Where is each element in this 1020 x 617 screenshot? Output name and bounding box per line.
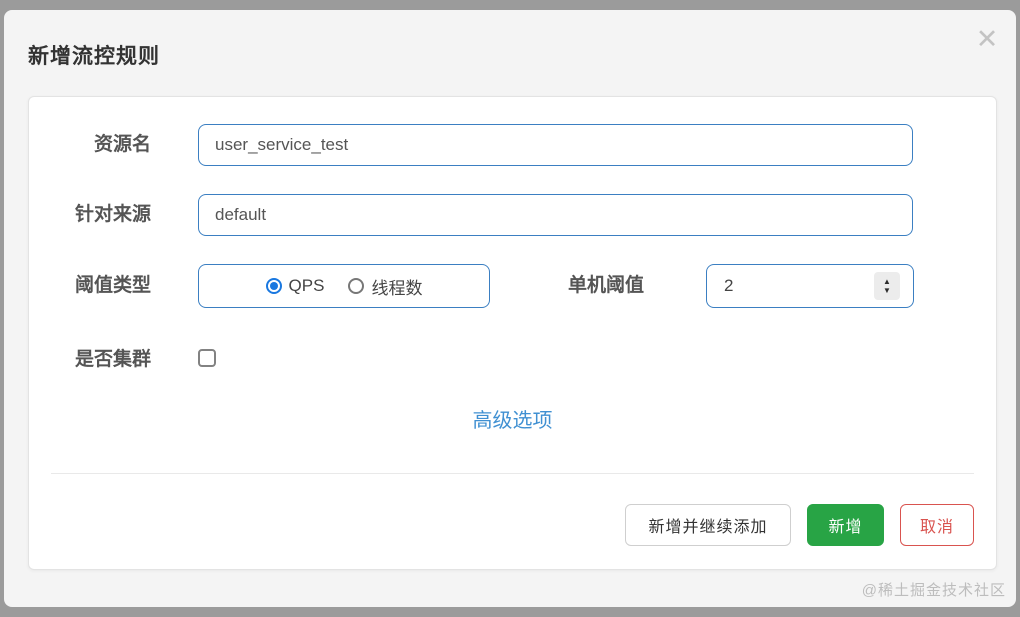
advanced-options-link[interactable]: 高级选项	[29, 404, 996, 433]
cluster-checkbox[interactable]	[198, 349, 216, 367]
form-panel: 资源名 针对来源 阈值类型 QPS 线程数 单机阈值 2 ▲ ▼ 是否集群 高级…	[28, 96, 997, 570]
radio-unselected-icon	[348, 278, 365, 294]
source-label: 针对来源	[74, 204, 151, 225]
threshold-type-label: 阈值类型	[74, 275, 151, 296]
single-threshold-value: 2	[724, 276, 734, 295]
dialog-title: 新增流控规则	[28, 45, 160, 68]
watermark: @稀土掘金技术社区	[861, 582, 1006, 599]
radio-option-qps[interactable]: QPS	[265, 276, 325, 296]
radio-selected-icon	[265, 278, 282, 294]
resource-name-label: 资源名	[93, 134, 151, 155]
source-input[interactable]	[198, 194, 913, 236]
cluster-label: 是否集群	[74, 349, 151, 370]
resource-name-input[interactable]	[198, 124, 913, 166]
radio-option-thread-count[interactable]: 线程数	[348, 274, 422, 299]
close-icon[interactable]: ✕	[972, 24, 1002, 54]
stepper-up-icon[interactable]: ▲	[883, 277, 891, 286]
footer-divider	[51, 473, 974, 474]
cancel-button[interactable]: 取消	[900, 504, 974, 546]
stepper-down-icon[interactable]: ▼	[883, 286, 891, 295]
add-flow-rule-dialog: 新增流控规则 ✕ 资源名 针对来源 阈值类型 QPS 线程数 单机阈值 2 ▲ …	[4, 10, 1016, 607]
add-button[interactable]: 新增	[807, 504, 884, 546]
threshold-type-radio-group: QPS 线程数	[198, 264, 490, 308]
single-threshold-input[interactable]: 2 ▲ ▼	[706, 264, 914, 308]
radio-option-label: QPS	[288, 276, 325, 295]
footer-button-row: 新增并继续添加 新增 取消	[625, 504, 974, 546]
add-and-continue-button[interactable]: 新增并继续添加	[625, 504, 791, 546]
single-threshold-label: 单机阈值	[568, 275, 645, 296]
radio-option-label: 线程数	[371, 278, 423, 298]
number-stepper[interactable]: ▲ ▼	[874, 272, 900, 300]
